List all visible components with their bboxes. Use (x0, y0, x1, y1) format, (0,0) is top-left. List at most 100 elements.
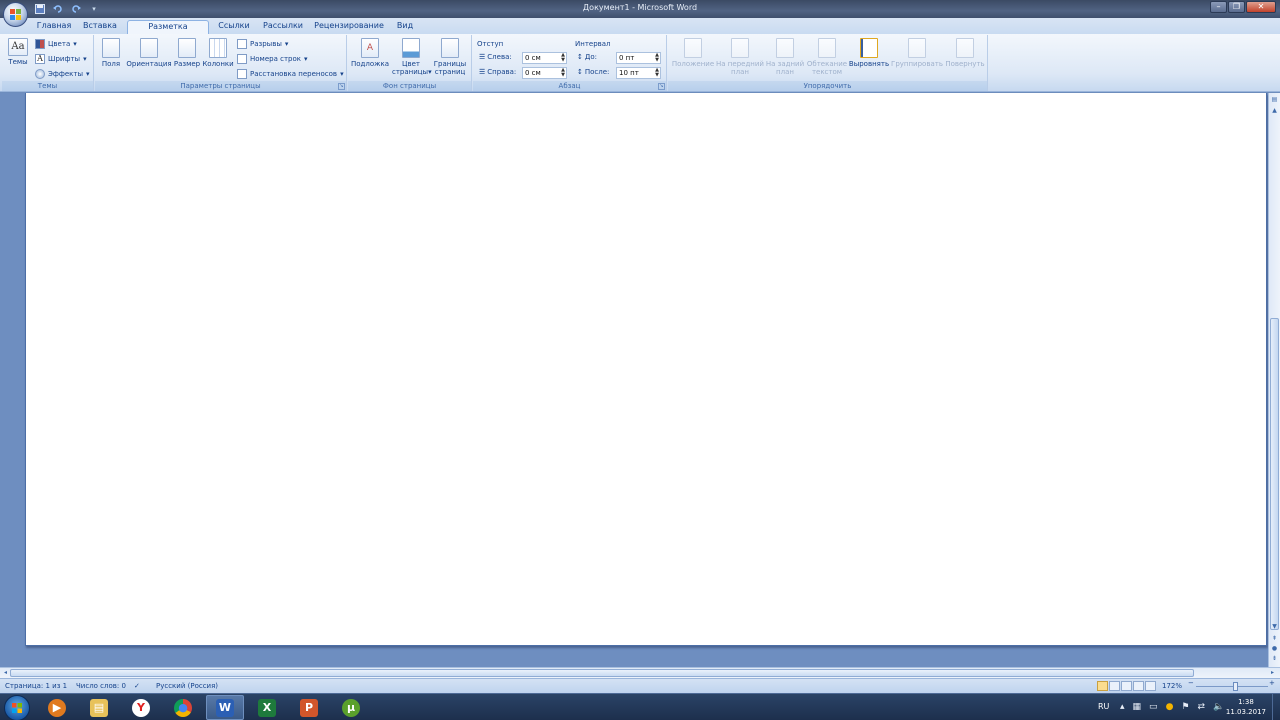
line-numbers-button[interactable]: Номера строк ▾ (237, 53, 308, 65)
bring-to-front-label-1: На передний (716, 60, 764, 68)
page-borders-button[interactable]: Границы страниц (432, 38, 468, 76)
dropdown-arrow-icon: ▾ (340, 70, 344, 78)
web-layout-view-icon[interactable] (1121, 681, 1132, 691)
group-arrange: Положение На передний план На задний пла… (668, 35, 988, 91)
volume-icon[interactable]: 🔈 (1213, 702, 1224, 712)
zoom-slider[interactable]: − + (1188, 679, 1276, 691)
zoom-out-icon[interactable]: − (1188, 679, 1194, 687)
indent-left-input[interactable]: 0 см ▲ ▼ (522, 52, 567, 64)
page-color-button[interactable]: Цвет страницы▾ (392, 38, 432, 76)
spacing-before-input[interactable]: 0 пт ▲ ▼ (616, 52, 661, 64)
show-desktop-button[interactable] (1272, 694, 1280, 720)
breaks-button[interactable]: Разрывы ▾ (237, 38, 288, 50)
clock-time: 1:38 (1238, 698, 1254, 706)
themes-button[interactable]: Aa Темы (6, 38, 30, 66)
orientation-button[interactable]: Ориентация (126, 38, 172, 68)
tab-mailings[interactable]: Рассылки (260, 20, 306, 34)
page-color-label-2: страницы (392, 68, 429, 76)
watermark-button[interactable]: A Подложка (351, 38, 389, 68)
spinner-icon[interactable]: ▲ ▼ (561, 53, 565, 63)
colors-button[interactable]: Цвета ▾ (35, 38, 77, 50)
spacing-after-input[interactable]: 10 пт ▲ ▼ (616, 67, 661, 79)
update-icon[interactable]: ● (1166, 702, 1174, 712)
text-wrap-label-2: текстом (811, 68, 843, 76)
taskbar-powerpoint[interactable]: P (290, 695, 328, 720)
horizontal-scrollbar[interactable]: ◂ ▸ (0, 667, 1280, 678)
tab-review[interactable]: Рецензирование (313, 20, 385, 34)
office-button[interactable] (3, 2, 28, 27)
tab-page-layout[interactable]: Разметка страницы (127, 20, 209, 43)
margins-button[interactable]: Поля (99, 38, 123, 68)
full-screen-reading-view-icon[interactable] (1109, 681, 1120, 691)
show-hidden-icons-icon[interactable]: ▴ (1120, 702, 1125, 712)
next-page-icon[interactable]: ⇟ (1270, 655, 1279, 664)
spacing-title: Интервал (575, 40, 611, 48)
group-label-arrange: Упорядочить (668, 81, 987, 91)
rotate-label: Повернуть (945, 60, 985, 68)
status-bar: Страница: 1 из 1 Число слов: 0 ✓ Русский… (0, 678, 1280, 693)
input-language[interactable]: RU (1098, 702, 1109, 711)
spinner-icon[interactable]: ▲ ▼ (655, 68, 659, 78)
columns-button[interactable]: Колонки (202, 38, 234, 68)
keyboard-icon[interactable]: ▦ (1133, 702, 1142, 712)
text-wrap-button[interactable]: Обтекание текстом (806, 38, 848, 76)
print-layout-view-icon[interactable] (1097, 681, 1108, 691)
device-icon[interactable]: ▭ (1149, 702, 1158, 712)
page-count[interactable]: Страница: 1 из 1 (5, 682, 67, 690)
taskbar-yandex-browser[interactable]: Y (122, 695, 160, 720)
close-button[interactable]: ✕ (1246, 1, 1276, 13)
minimize-button[interactable]: – (1210, 1, 1227, 13)
taskbar-file-explorer[interactable]: ▤ (80, 695, 118, 720)
tab-view[interactable]: Вид (392, 20, 418, 34)
draft-view-icon[interactable] (1145, 681, 1156, 691)
scroll-up-icon[interactable]: ▲ (1270, 107, 1279, 116)
maximize-button[interactable]: ❐ (1228, 1, 1245, 13)
scroll-right-icon[interactable]: ▸ (1268, 669, 1277, 678)
rotate-button[interactable]: Повернуть (944, 38, 986, 68)
zoom-knob[interactable] (1233, 682, 1238, 691)
action-center-flag-icon[interactable]: ⚑ (1181, 702, 1189, 712)
taskbar-media-player[interactable]: ▶ (38, 695, 76, 720)
zoom-level[interactable]: 172% (1162, 682, 1182, 690)
paragraph-launcher-icon[interactable]: ↘ (658, 83, 665, 90)
scroll-left-icon[interactable]: ◂ (1, 669, 10, 678)
scroll-down-icon[interactable]: ▼ (1270, 623, 1279, 632)
fonts-button[interactable]: A Шрифты ▾ (35, 53, 87, 65)
indent-right-input[interactable]: 0 см ▲ ▼ (522, 67, 567, 79)
previous-page-icon[interactable]: ⇞ (1270, 635, 1279, 644)
group-objects-button[interactable]: Группировать (890, 38, 944, 68)
start-button[interactable] (4, 695, 30, 720)
bring-to-front-button[interactable]: На передний план (716, 38, 764, 76)
send-to-back-button[interactable]: На задний план (765, 38, 805, 76)
effects-button[interactable]: Эффекты ▾ (35, 68, 90, 80)
tab-insert[interactable]: Вставка (80, 20, 120, 34)
language-indicator[interactable]: Русский (Россия) (156, 682, 218, 690)
network-icon[interactable]: ⇄ (1198, 702, 1206, 712)
vertical-scroll-thumb[interactable] (1270, 318, 1279, 630)
position-button[interactable]: Положение (670, 38, 716, 68)
ribbon: Aa Темы Цвета ▾ A Шрифты ▾ Эффекты ▾ Темы П… (0, 34, 1280, 92)
spinner-icon[interactable]: ▲ ▼ (655, 53, 659, 63)
taskbar-chrome[interactable]: ● (164, 695, 202, 720)
ruler-toggle-icon[interactable]: ▤ (1270, 96, 1279, 105)
clock[interactable]: 1:38 11.03.2017 (1226, 697, 1266, 717)
taskbar-word[interactable]: W (206, 695, 244, 720)
taskbar-excel[interactable]: X (248, 695, 286, 720)
align-button[interactable]: Выровнять (848, 38, 890, 68)
spinner-icon[interactable]: ▲ ▼ (561, 68, 565, 78)
hyphenation-button[interactable]: Расстановка переносов ▾ (237, 68, 344, 80)
taskbar-utorrent[interactable]: µ (332, 695, 370, 720)
browse-object-icon[interactable]: ● (1270, 645, 1279, 654)
outline-view-icon[interactable] (1133, 681, 1144, 691)
zoom-in-icon[interactable]: + (1269, 679, 1275, 687)
proofing-icon[interactable]: ✓ (134, 682, 140, 690)
size-button[interactable]: Размер (173, 38, 201, 68)
vertical-scrollbar[interactable]: ▤ ▲ ▼ ⇞ ● ⇟ (1268, 93, 1280, 667)
word-count[interactable]: Число слов: 0 (76, 682, 126, 690)
tab-references[interactable]: Ссылки (214, 20, 254, 34)
horizontal-scroll-thumb[interactable] (10, 669, 1194, 677)
page-setup-launcher-icon[interactable]: ↘ (338, 83, 345, 90)
tab-home[interactable]: Главная (34, 20, 74, 34)
document-page[interactable] (25, 93, 1267, 646)
ribbon-tabs: Главная Вставка Разметка страницы Ссылки… (0, 18, 1280, 43)
